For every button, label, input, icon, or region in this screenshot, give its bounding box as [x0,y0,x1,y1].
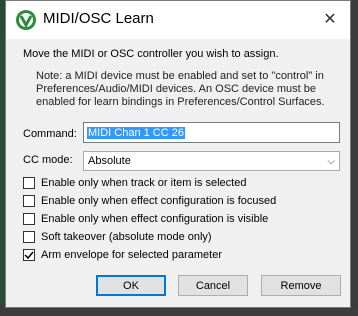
command-field[interactable]: MIDI Chan 1 CC 26 [83,122,340,143]
option-track-selected[interactable]: Enable only when track or item is select… [23,177,246,189]
background-right-strip [350,0,358,316]
checkbox[interactable] [23,213,35,225]
note-text: Note: a MIDI device must be enabled and … [36,70,325,108]
option-label: Enable only when effect configuration is… [41,195,277,207]
checkmark-icon [24,251,34,260]
checkbox-checked[interactable] [23,249,35,261]
option-fx-focused[interactable]: Enable only when effect configuration is… [23,195,276,207]
chevron-down-icon: ⌵ [327,155,335,167]
checkbox[interactable] [23,195,35,207]
cc-mode-select[interactable]: Absolute ⌵ [83,151,340,171]
option-label: Enable only when track or item is select… [41,177,247,189]
option-label: Arm envelope for selected parameter [41,249,222,261]
title-bar[interactable]: MIDI/OSC Learn ✕ [6,1,350,39]
option-label: Soft takeover (absolute mode only) [41,231,212,243]
cc-mode-value: Absolute [88,155,131,167]
option-arm-envelope[interactable]: Arm envelope for selected parameter [23,249,222,261]
remove-button[interactable]: Remove [261,275,341,296]
option-soft-takeover[interactable]: Soft takeover (absolute mode only) [23,231,212,243]
ok-button[interactable]: OK [96,275,166,296]
command-value: MIDI Chan 1 CC 26 [87,126,185,139]
instruction-text: Move the MIDI or OSC controller you wish… [23,48,279,60]
option-fx-visible[interactable]: Enable only when effect configuration is… [23,213,268,225]
midi-osc-learn-dialog: MIDI/OSC Learn ✕ Move the MIDI or OSC co… [5,0,351,308]
cc-mode-label: CC mode: [23,154,73,166]
command-label: Command: [23,128,77,140]
option-label: Enable only when effect configuration is… [41,213,269,225]
checkbox[interactable] [23,231,35,243]
close-icon[interactable]: ✕ [318,7,342,31]
window-title: MIDI/OSC Learn [43,10,154,27]
reaper-app-icon [16,10,36,30]
checkbox[interactable] [23,177,35,189]
cancel-button[interactable]: Cancel [178,275,248,296]
